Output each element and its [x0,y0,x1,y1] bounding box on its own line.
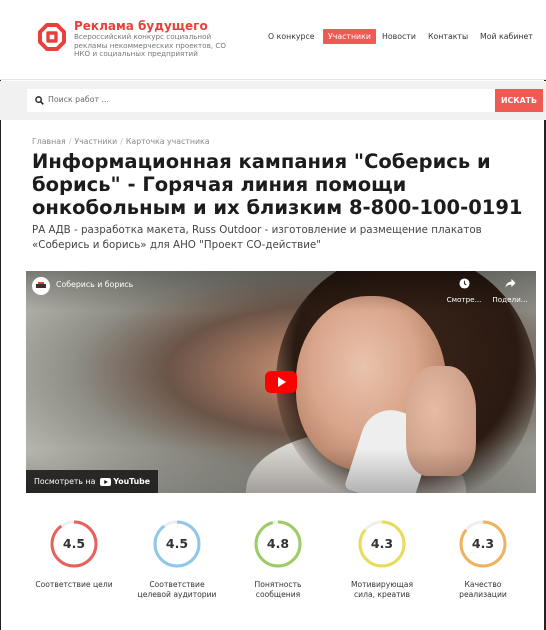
watch-on-label: Посмотреть на [34,477,96,486]
play-icon [278,377,286,387]
rating-creative: 4.3 Мотивирующая сила, креатив [342,518,422,600]
rating-label: Качество реализации [459,580,507,599]
play-button[interactable] [265,371,297,393]
nav-item-news[interactable]: Новости [382,32,416,41]
rating-ring: 4.3 [457,518,509,570]
search-button[interactable]: ИСКАТЬ [495,89,543,112]
breadcrumb-home[interactable]: Главная [32,137,66,146]
share-icon [504,278,516,288]
rating-ring: 4.5 [48,518,100,570]
rating-clarity: 4.8 Понятность сообщения [238,518,318,600]
watch-later-label: Смотре... [446,295,482,304]
share-button[interactable]: Подели... [490,274,530,304]
site-header: Реклама будущего Всероссийский конкурс с… [0,0,546,80]
rating-value: 4.8 [266,536,290,551]
rating-ring: 4.8 [252,518,304,570]
brand-subtitle: Всероссийский конкурс социальной рекламы… [74,32,227,59]
breadcrumb: Главная / Участники / Карточка участника [32,137,210,146]
rating-ring: 4.3 [356,518,408,570]
rating-goal: 4.5 Соответствие цели [34,518,114,590]
rating-value: 4.3 [471,536,495,551]
rating-quality: 4.3 Качество реализации [443,518,523,600]
nav-item-cabinet[interactable]: Мой кабинет [480,32,533,41]
page-subtitle: РА АДВ - разработка макета, Russ Outdoor… [32,224,482,251]
rating-label: Соответствие целевой аудитории [137,580,217,599]
youtube-label: YouTube [113,477,151,486]
rating-value: 4.5 [62,536,86,551]
rating-label: Мотивирующая сила, креатив [350,580,414,599]
nav-item-participants[interactable]: Участники [323,29,376,44]
brand-title[interactable]: Реклама будущего [74,19,208,33]
rating-ring: 4.5 [151,518,203,570]
watch-later-button[interactable]: Смотре... [444,274,484,304]
watch-on-youtube-button[interactable]: Посмотреть на YouTube [26,470,159,493]
brand-logo-icon[interactable] [37,22,67,52]
breadcrumb-separator: / [120,137,123,146]
search-placeholder: Поиск работ ... [48,95,109,104]
youtube-icon [99,478,111,486]
rating-label: Понятность сообщения [254,580,302,599]
rating-audience: 4.5 Соответствие целевой аудитории [137,518,217,600]
page-title: Информационная кампания "Соберись и бори… [32,150,523,219]
rating-value: 4.3 [370,536,394,551]
search-icon [35,96,44,105]
channel-avatar-icon[interactable] [32,277,50,295]
share-label: Подели... [492,295,528,304]
nav-item-about[interactable]: О конкурсе [268,32,315,41]
breadcrumb-participants[interactable]: Участники [74,137,117,146]
clock-icon [458,278,470,289]
nav-item-contacts[interactable]: Контакты [428,32,468,41]
breadcrumb-separator: / [68,137,72,146]
video-player[interactable]: Соберись и борись Смотре... Подели... По… [26,271,536,493]
video-title[interactable]: Соберись и борись [56,280,133,289]
rating-value: 4.5 [165,536,189,551]
breadcrumb-current: Карточка участника [125,137,210,146]
rating-label: Соответствие цели [35,580,113,589]
